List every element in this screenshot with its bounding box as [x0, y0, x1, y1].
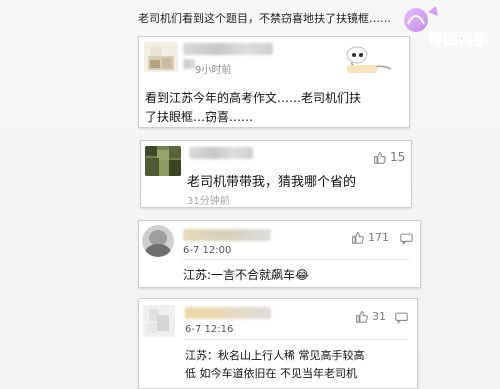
reply-icon[interactable] [400, 233, 413, 245]
comment-time: 9小时前 [195, 65, 232, 76]
comment-text-line-1: 江苏：秋名山上行人稀 常见高手较高 [185, 349, 365, 362]
comment-text-line-2: 低 如今车道依旧在 不见当年老司机 [185, 367, 357, 380]
username-blurred[interactable] [185, 307, 271, 319]
username-blurred[interactable] [183, 229, 271, 241]
username-blurred[interactable] [189, 147, 253, 159]
comment-text-line-2: 了扶眼框…窃喜…… [145, 110, 254, 124]
user-avatar[interactable] [144, 42, 178, 72]
watermark-logo: 神回科学 [404, 6, 488, 48]
reply-icon[interactable] [395, 312, 408, 324]
user-avatar[interactable] [145, 146, 181, 176]
thumbs-up-icon [356, 311, 368, 323]
like-count: 15 [390, 150, 406, 164]
user-avatar[interactable] [143, 305, 175, 337]
watermark-text: 神回科学 [428, 30, 488, 48]
user-badge-blurred [183, 59, 195, 69]
like-button[interactable]: 31 [355, 310, 386, 323]
headline-text: 老司机们看到这个题目，不禁窃喜地扶了扶镜框…… [138, 12, 391, 25]
comment-text-line-1: 看到江苏今年的高考作文……老司机们扶 [145, 91, 362, 105]
comment-text-content: 江苏:一言不合就飙车 [183, 268, 296, 282]
user-avatar[interactable] [142, 225, 174, 257]
laughing-emoji-icon: 😂 [295, 268, 310, 282]
comment-card: 6-7 12:16 31 江苏：秋名山上行人稀 常见高手较高 低 如今车道依旧在… [138, 298, 418, 389]
comment-text: 江苏:一言不合就飙车😂 [183, 266, 309, 283]
like-button[interactable]: 171 [351, 231, 389, 244]
thumbs-up-icon [352, 232, 364, 244]
comment-time: 31分钟前 [187, 196, 230, 207]
comment-card: 6-7 12:00 171 江苏:一言不合就飙车😂 [138, 220, 421, 288]
like-button[interactable]: 15 [373, 150, 405, 164]
comment-card: 15 老司机带带我，猜我哪个省的 31分钟前 [140, 140, 412, 208]
like-count: 31 [372, 310, 386, 323]
comment-screenshot: 老司机们看到这个题目，不禁窃喜地扶了扶镜框…… 神回科学 9小时前 看到江苏今年… [0, 0, 500, 389]
divider [183, 259, 409, 260]
comment-card: 9小时前 看到江苏今年的高考作文……老司机们扶 了扶眼框…窃喜…… [138, 36, 410, 128]
like-count: 171 [368, 231, 389, 244]
divider [185, 339, 407, 340]
comment-text: 老司机带带我，猜我哪个省的 [187, 175, 357, 190]
comment-time: 6-7 12:00 [183, 245, 232, 256]
comment-time: 6-7 12:16 [185, 324, 234, 335]
username-blurred[interactable] [183, 43, 273, 55]
thumbs-up-icon [374, 151, 386, 164]
cartoon-avatar-icon [346, 46, 392, 73]
